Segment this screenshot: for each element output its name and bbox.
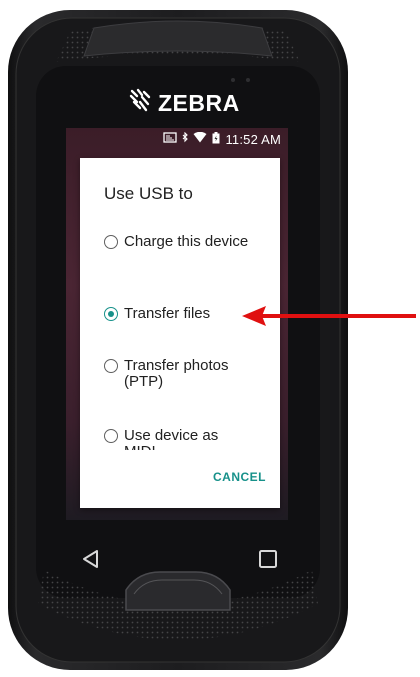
cast-icon: [163, 132, 178, 146]
option-label: Transfer photos (PTP): [124, 357, 229, 390]
option-label: Transfer files: [124, 305, 211, 322]
recents-icon[interactable]: [258, 549, 278, 569]
status-bar: 11:52 AM: [66, 128, 288, 150]
status-time: 11:52 AM: [225, 131, 281, 147]
option-transfer-files[interactable]: Transfer files: [104, 306, 254, 322]
dialog-title: Use USB to: [104, 184, 193, 203]
option-label: Charge this device: [124, 233, 249, 250]
battery-icon: [212, 131, 220, 147]
radio-button[interactable]: [104, 429, 118, 443]
annotation-arrow-icon: [240, 304, 420, 328]
zebra-logo-icon: [128, 88, 152, 119]
option-label: Use device as MIDI: [124, 427, 219, 451]
cancel-button[interactable]: CANCEL: [213, 470, 266, 484]
option-charge-device[interactable]: Charge this device: [104, 234, 254, 250]
radio-button[interactable]: [104, 235, 118, 249]
brand-name: ZEBRA: [158, 89, 240, 116]
option-midi[interactable]: Use device as MIDI: [104, 428, 254, 450]
scroll-clip: Use device as MIDI: [80, 418, 280, 450]
radio-button-selected[interactable]: [104, 307, 118, 321]
radio-button[interactable]: [104, 359, 118, 373]
usb-options-dialog: Use USB to Charge this device Transfer f…: [80, 158, 280, 508]
bluetooth-icon: [182, 131, 189, 146]
wifi-icon: [193, 131, 207, 146]
brand-logo: ZEBRA: [128, 88, 240, 118]
option-transfer-photos[interactable]: Transfer photos (PTP): [104, 358, 254, 390]
back-icon[interactable]: [80, 548, 102, 570]
